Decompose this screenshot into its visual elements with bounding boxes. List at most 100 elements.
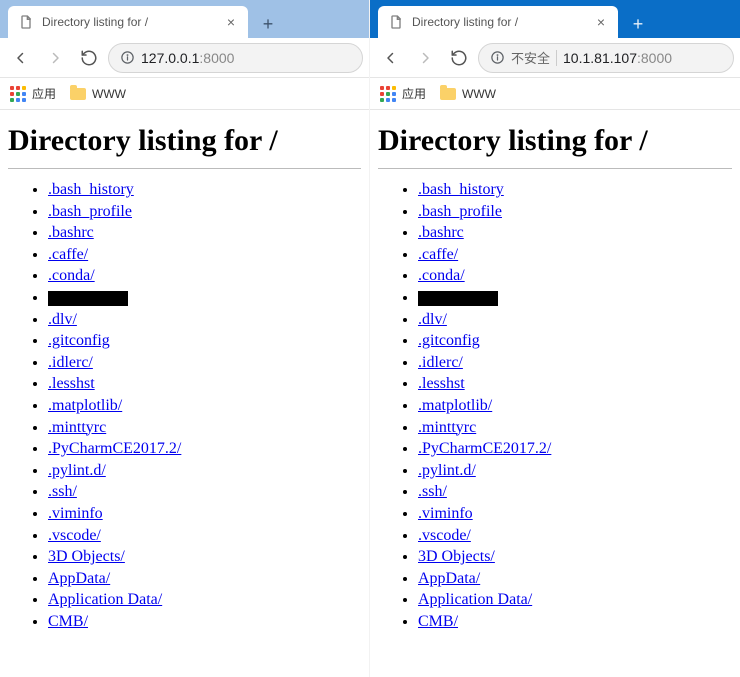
file-link[interactable]: .bashrc	[48, 224, 94, 241]
file-link[interactable]: .PyCharmCE2017.2/	[418, 440, 551, 457]
file-link[interactable]: .lesshst	[48, 375, 95, 392]
divider	[378, 168, 732, 169]
close-icon[interactable]: ×	[594, 15, 608, 29]
apps-shortcut[interactable]: 应用	[380, 85, 426, 102]
new-tab-button[interactable]: +	[254, 10, 282, 38]
browser-tab[interactable]: Directory listing for /×	[8, 6, 248, 38]
file-link[interactable]: .PyCharmCE2017.2/	[48, 440, 181, 457]
browser-window: Directory listing for /×+127.0.0.1:8000应…	[0, 0, 370, 677]
list-item: CMB/	[48, 611, 361, 633]
url-host: 127.0.0.1	[141, 50, 199, 66]
file-link[interactable]: .caffe/	[418, 246, 458, 263]
file-link[interactable]: .ssh/	[48, 483, 77, 500]
file-link[interactable]: .vscode/	[418, 527, 471, 544]
file-link[interactable]: .dlv/	[48, 311, 77, 328]
file-link[interactable]: .matplotlib/	[418, 397, 492, 414]
file-link[interactable]: Application Data/	[48, 591, 162, 608]
close-icon[interactable]: ×	[224, 15, 238, 29]
file-link[interactable]: .gitconfig	[48, 332, 110, 349]
address-bar[interactable]: 不安全10.1.81.107:8000	[478, 43, 734, 73]
info-icon[interactable]	[119, 50, 135, 66]
list-item: CMB/	[418, 611, 732, 633]
file-link[interactable]: AppData/	[418, 570, 480, 587]
tab-title: Directory listing for /	[412, 15, 586, 29]
file-icon	[388, 14, 404, 30]
list-item: .conda/	[418, 265, 732, 287]
apps-icon	[10, 86, 26, 102]
bookmark-folder-label: WWW	[92, 87, 126, 101]
tab-strip: Directory listing for /×+	[0, 0, 369, 38]
list-item: .bash_history	[48, 179, 361, 201]
back-button[interactable]	[376, 43, 406, 73]
file-link[interactable]: .bash_history	[418, 181, 504, 198]
page-title: Directory listing for /	[378, 124, 732, 158]
file-link[interactable]: .caffe/	[48, 246, 88, 263]
toolbar: 不安全10.1.81.107:8000	[370, 38, 740, 78]
file-link[interactable]: .pylint.d/	[418, 462, 476, 479]
file-link[interactable]: .bashrc	[418, 224, 464, 241]
list-item: .idlerc/	[418, 352, 732, 374]
file-link[interactable]: .vscode/	[48, 527, 101, 544]
list-item: .bashrc	[418, 222, 732, 244]
url-port: :8000	[199, 50, 234, 66]
list-item: Application Data/	[418, 589, 732, 611]
file-link[interactable]: CMB/	[418, 613, 458, 630]
file-link[interactable]: .idlerc/	[418, 354, 463, 371]
list-item: .bashrc	[48, 222, 361, 244]
file-link[interactable]: 3D Objects/	[418, 548, 495, 565]
file-link[interactable]: .dlv/	[418, 311, 447, 328]
file-link[interactable]: .conda/	[418, 267, 465, 284]
info-icon[interactable]	[489, 50, 505, 66]
forward-button[interactable]	[40, 43, 70, 73]
file-link[interactable]: CMB/	[48, 613, 88, 630]
file-link[interactable]: .minttyrc	[418, 419, 476, 436]
file-link[interactable]: .viminfo	[48, 505, 103, 522]
file-link[interactable]: Application Data/	[418, 591, 532, 608]
file-link[interactable]: .bash_history	[48, 181, 134, 198]
file-link[interactable]: .gitconfig	[418, 332, 480, 349]
file-link[interactable]: .idlerc/	[48, 354, 93, 371]
file-link[interactable]: .matplotlib/	[48, 397, 122, 414]
reload-button[interactable]	[74, 43, 104, 73]
page-content: Directory listing for /.bash_history.bas…	[0, 110, 369, 677]
browser-window: Directory listing for / × + 不安全10.1.81.107:…	[370, 0, 740, 677]
new-tab-button[interactable]: +	[624, 10, 652, 38]
list-item: .pylint.d/	[418, 460, 732, 482]
list-item: .vscode/	[418, 525, 732, 547]
list-item: 3D Objects/	[48, 546, 361, 568]
file-link[interactable]: AppData/	[48, 570, 110, 587]
browser-tab[interactable]: Directory listing for / ×	[378, 6, 618, 38]
bookmark-folder[interactable]: WWW	[70, 87, 126, 101]
bookmark-folder[interactable]: WWW	[440, 87, 496, 101]
file-list: .bash_history .bash_profile .bashrc .caffe/…	[8, 179, 361, 632]
forward-button[interactable]	[410, 43, 440, 73]
apps-label: 应用	[402, 85, 426, 102]
page-title: Directory listing for /	[8, 124, 361, 158]
file-link[interactable]: .ssh/	[418, 483, 447, 500]
url-port: :8000	[637, 50, 672, 66]
list-item: .gitconfig	[418, 330, 732, 352]
list-item: AppData/	[48, 568, 361, 590]
list-item: .matplotlib/	[418, 395, 732, 417]
file-link[interactable]: .lesshst	[418, 375, 465, 392]
list-item: .caffe/	[418, 244, 732, 266]
file-link[interactable]: .bash_profile	[48, 203, 132, 220]
file-link[interactable]: 3D Objects/	[48, 548, 125, 565]
apps-shortcut[interactable]: 应用	[10, 85, 56, 102]
separator	[556, 50, 557, 66]
reload-button[interactable]	[444, 43, 474, 73]
file-link[interactable]: .viminfo	[418, 505, 473, 522]
apps-label: 应用	[32, 85, 56, 102]
divider	[8, 168, 361, 169]
address-bar[interactable]: 127.0.0.1:8000	[108, 43, 363, 73]
file-link[interactable]: .pylint.d/	[48, 462, 106, 479]
bookmarks-bar: 应用 WWW	[0, 78, 369, 110]
list-item: .conda/	[48, 265, 361, 287]
file-link[interactable]: .conda/	[48, 267, 95, 284]
file-link[interactable]: .bash_profile	[418, 203, 502, 220]
list-item: .dlv/	[48, 309, 361, 331]
list-item: 3D Objects/	[418, 546, 732, 568]
file-link[interactable]: .minttyrc	[48, 419, 106, 436]
list-item: .vscode/	[48, 525, 361, 547]
back-button[interactable]	[6, 43, 36, 73]
